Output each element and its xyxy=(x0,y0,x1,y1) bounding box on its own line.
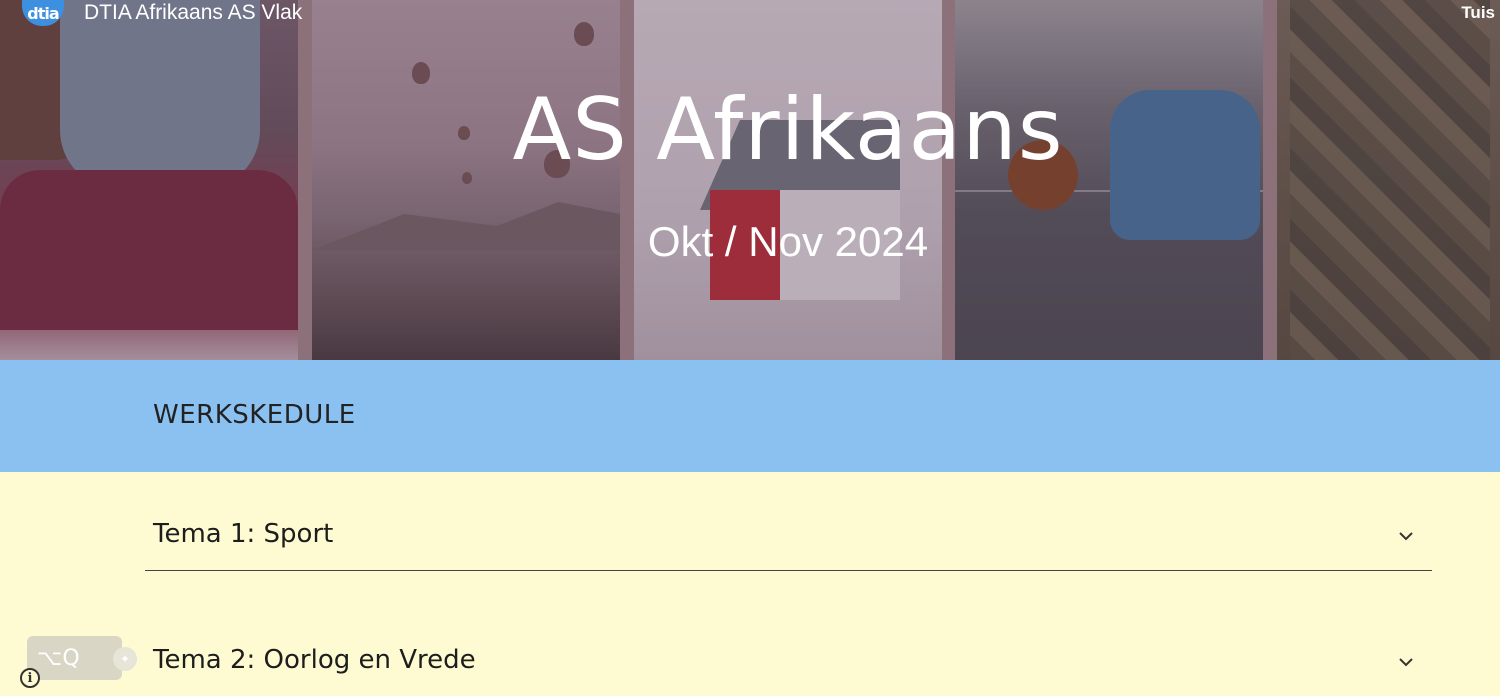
site-logo[interactable]: dtia xyxy=(22,0,64,26)
shortcut-label: ⌥Q xyxy=(37,645,80,671)
accordion-item-tema-2[interactable]: Tema 2: Oorlog en Vrede xyxy=(145,600,1432,696)
chevron-down-icon[interactable] xyxy=(1398,654,1414,670)
section-title: WERKSKEDULE xyxy=(153,400,356,430)
top-bar: dtia DTIA Afrikaans AS Vlak Tuis xyxy=(0,0,1500,28)
accordion-label[interactable]: Tema 1: Sport xyxy=(153,519,333,549)
section-header: WERKSKEDULE xyxy=(0,360,1500,472)
site-title[interactable]: DTIA Afrikaans AS Vlak xyxy=(84,1,302,25)
hero-title: AS Afrikaans xyxy=(512,80,1064,180)
accordion-label[interactable]: Tema 2: Oorlog en Vrede xyxy=(153,645,476,675)
chevron-down-icon[interactable] xyxy=(1398,528,1414,544)
accordion-divider xyxy=(145,570,1432,571)
shortcut-widget[interactable]: ⌥Q ✦ xyxy=(27,636,137,680)
hero-subtitle: Okt / Nov 2024 xyxy=(647,218,929,265)
sparkle-icon: ✦ xyxy=(113,647,137,671)
hero-banner: AS Afrikaans Okt / Nov 2024 xyxy=(0,0,1500,360)
nav-home-link[interactable]: Tuis xyxy=(1461,3,1495,23)
info-icon[interactable]: i xyxy=(20,668,40,688)
accordion-item-tema-1[interactable]: Tema 1: Sport xyxy=(145,472,1432,572)
logo-text: dtia xyxy=(27,3,59,23)
